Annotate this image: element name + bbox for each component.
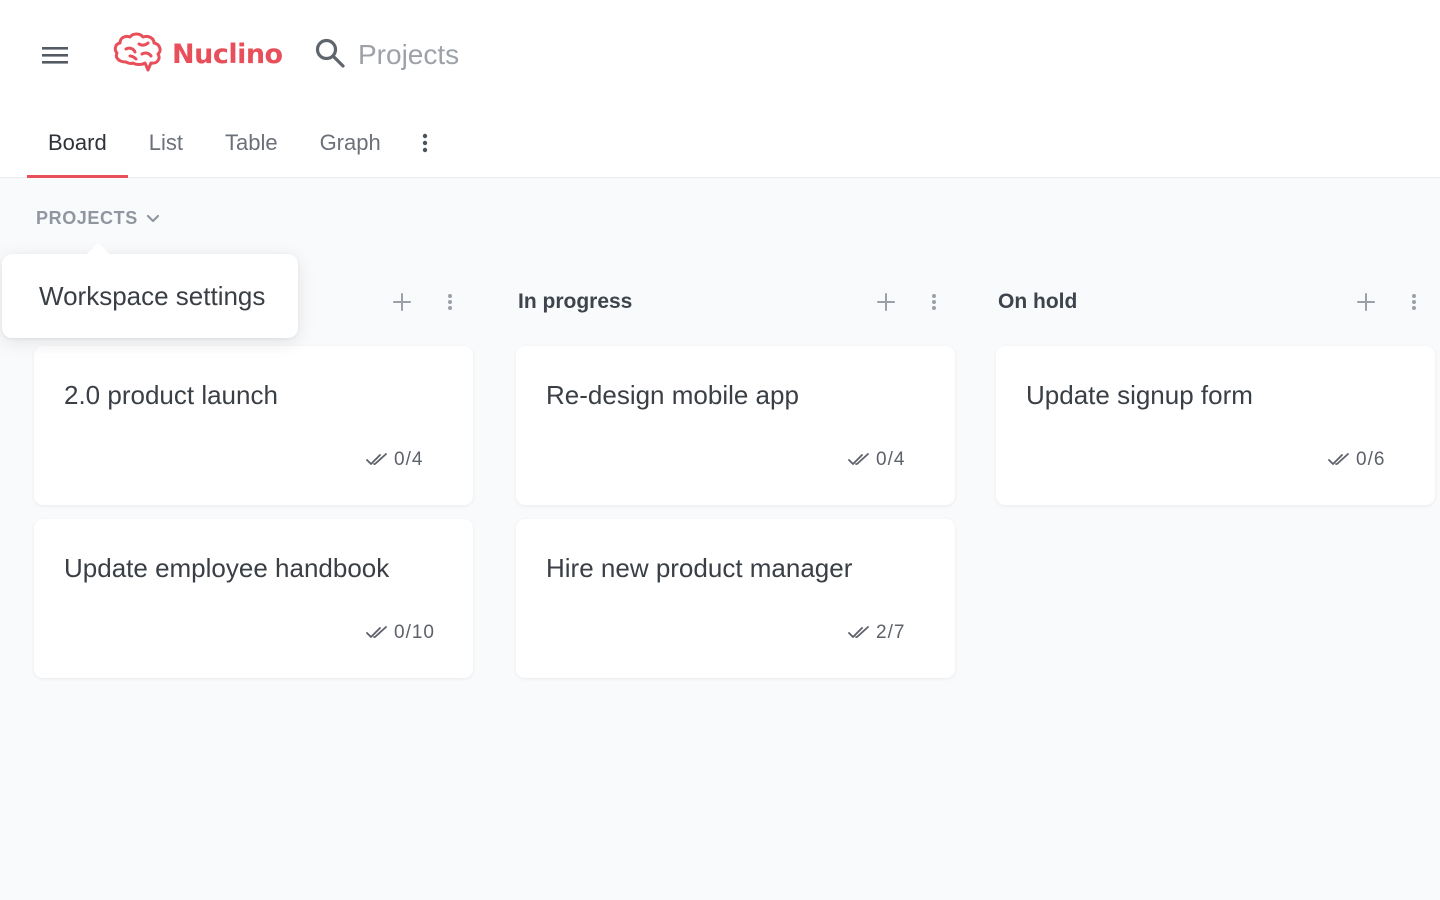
card-title: Update signup form — [1026, 380, 1253, 410]
hamburger-menu-icon[interactable] — [30, 35, 80, 75]
vertical-dots-icon[interactable] — [1390, 282, 1438, 322]
card-progress-text: 0/10 — [394, 622, 435, 643]
tab-graph[interactable]: Graph — [299, 112, 402, 174]
vertical-dots-icon[interactable] — [910, 282, 958, 322]
double-check-icon — [848, 453, 869, 465]
card-title: Update employee handbook — [64, 553, 390, 583]
card-progress-text: 0/4 — [876, 449, 906, 470]
section-projects-toggle[interactable]: PROJECTS — [36, 208, 160, 229]
workspace-settings-popover[interactable]: Workspace settings — [2, 254, 298, 338]
column-header-in-progress: In progress — [518, 282, 958, 322]
tab-board[interactable]: Board — [27, 112, 128, 178]
card-title: 2.0 product launch — [64, 380, 278, 410]
card-progress: 0/4 — [366, 449, 423, 471]
brand-name: Nuclino — [172, 38, 283, 70]
card-progress-text: 0/4 — [394, 449, 424, 470]
card[interactable]: Update employee handbook 0/10 — [34, 519, 473, 678]
double-check-icon — [366, 626, 387, 638]
column-header-on-hold: On hold — [998, 282, 1438, 322]
double-check-icon — [848, 626, 869, 638]
column-title: On hold — [998, 290, 1078, 313]
view-tabs: Board List Table Graph — [27, 112, 448, 178]
workspace-settings-label: Workspace settings — [39, 280, 266, 311]
card-title: Hire new product manager — [546, 553, 853, 583]
card-title: Re-design mobile app — [546, 380, 799, 410]
top-bar: Nuclino Projects Board List Table Graph — [0, 0, 1440, 178]
card[interactable]: Hire new product manager 2/7 — [516, 519, 955, 678]
chevron-down-icon — [146, 208, 160, 229]
card-progress-text: 2/7 — [876, 622, 906, 643]
tab-list[interactable]: List — [128, 112, 204, 174]
card-progress: 0/6 — [1328, 449, 1385, 471]
card-progress-text: 0/6 — [1356, 449, 1386, 470]
search-text: Projects — [358, 39, 460, 70]
tabs-more-button[interactable] — [402, 112, 448, 174]
card[interactable]: Update signup form 0/6 — [996, 346, 1435, 505]
search-field[interactable]: Projects — [314, 34, 459, 76]
plus-icon[interactable] — [378, 282, 426, 322]
tab-table[interactable]: Table — [204, 112, 299, 174]
card-progress: 0/10 — [366, 622, 435, 644]
card-progress: 2/7 — [848, 622, 905, 644]
card-progress: 0/4 — [848, 449, 905, 471]
app-logo[interactable]: Nuclino — [112, 32, 283, 76]
brain-logo-icon — [112, 32, 164, 77]
search-icon — [314, 37, 346, 74]
section-label: PROJECTS — [36, 208, 138, 228]
plus-icon[interactable] — [862, 282, 910, 322]
double-check-icon — [366, 453, 387, 465]
double-check-icon — [1328, 453, 1349, 465]
card[interactable]: 2.0 product launch 0/4 — [34, 346, 473, 505]
plus-icon[interactable] — [1342, 282, 1390, 322]
card[interactable]: Re-design mobile app 0/4 — [516, 346, 955, 505]
vertical-dots-icon[interactable] — [426, 282, 474, 322]
column-title: In progress — [518, 290, 633, 313]
vertical-dots-icon — [422, 133, 427, 153]
